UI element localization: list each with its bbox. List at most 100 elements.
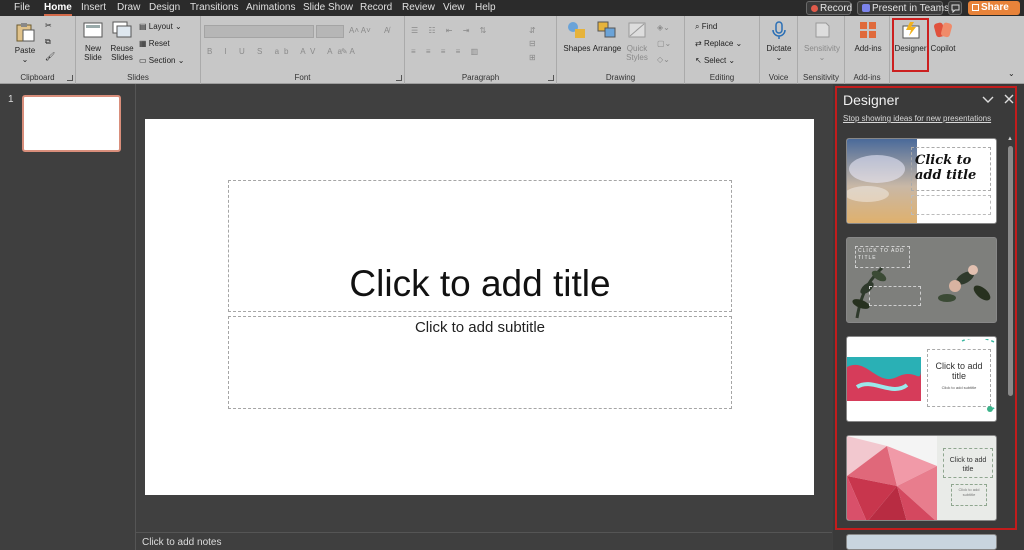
shapes-button[interactable]: Shapes bbox=[562, 20, 592, 53]
font-family-combo[interactable] bbox=[204, 25, 314, 38]
notes-pane[interactable]: Click to add notes bbox=[136, 532, 832, 550]
smartart-icon[interactable]: ⊞ bbox=[529, 52, 536, 64]
paste-icon bbox=[16, 23, 35, 42]
paste-button[interactable]: Paste ⌄ bbox=[8, 22, 42, 64]
shape-outline-icon[interactable]: ▢⌄ bbox=[657, 38, 671, 50]
add-ins-icon bbox=[860, 22, 876, 38]
addins-group: Add-ins Add-ins bbox=[845, 16, 890, 84]
tab-record[interactable]: Record bbox=[360, 0, 392, 16]
bullets-icons[interactable]: ☰ ☷ ⇤ ⇥ ⇅ bbox=[411, 25, 490, 37]
find-label: Find bbox=[701, 22, 718, 31]
shape-effects-icon[interactable]: ◇⌄ bbox=[657, 54, 670, 66]
reuse-slides-button[interactable]: Reuse Slides bbox=[108, 20, 136, 62]
sensitivity-group-label: Sensitivity bbox=[802, 73, 839, 82]
tab-home[interactable]: Home bbox=[44, 0, 72, 16]
select-button[interactable]: ↖ Select ⌄ bbox=[695, 55, 735, 67]
tab-review[interactable]: Review bbox=[402, 0, 435, 16]
text-format-icons[interactable]: B I U S ab AV Aa bbox=[207, 46, 347, 58]
arrange-button[interactable]: Arrange bbox=[592, 20, 622, 53]
font-color-icon[interactable]: ✎ A bbox=[341, 46, 355, 58]
tab-transitions[interactable]: Transitions bbox=[190, 0, 239, 16]
shape-fill-icon[interactable]: ◈⌄ bbox=[657, 22, 670, 34]
chevron-down-icon: ⌄ bbox=[21, 55, 29, 64]
add-ins-label: Add-ins bbox=[854, 44, 882, 53]
notes-placeholder: Click to add notes bbox=[142, 537, 222, 548]
tab-file[interactable]: File bbox=[14, 0, 30, 16]
reset-button[interactable]: ▦ Reset bbox=[139, 38, 170, 50]
slides-group-label: Slides bbox=[127, 73, 149, 82]
section-icon: ▭ bbox=[139, 56, 149, 65]
paste-label: Paste bbox=[14, 46, 36, 55]
slide-thumbnail[interactable] bbox=[22, 95, 121, 152]
voice-group-label: Voice bbox=[768, 73, 789, 82]
new-slide-icon bbox=[83, 22, 103, 38]
voice-group: Dictate ⌄ Voice bbox=[760, 16, 798, 84]
tab-slide-show[interactable]: Slide Show bbox=[303, 0, 353, 16]
replace-button[interactable]: ⇄ Replace ⌄ bbox=[695, 38, 742, 50]
editing-group: ⌕ Find ⇄ Replace ⌄ ↖ Select ⌄ Editing bbox=[685, 16, 760, 84]
copilot-label: Copilot bbox=[930, 44, 956, 53]
section-button[interactable]: ▭ Section ⌄ bbox=[139, 55, 184, 67]
sensitivity-icon bbox=[815, 22, 830, 38]
slide-thumbnails-pane: 1 bbox=[0, 84, 136, 550]
new-slide-button[interactable]: New Slide bbox=[79, 20, 107, 62]
reuse-slides-icon bbox=[112, 21, 132, 38]
share-button[interactable]: Share bbox=[968, 1, 1020, 15]
tab-insert[interactable]: Insert bbox=[81, 0, 106, 16]
search-icon: ⌕ bbox=[695, 22, 702, 31]
font-dialog-launcher-icon[interactable] bbox=[396, 75, 402, 81]
teams-icon bbox=[862, 4, 870, 13]
subtitle-placeholder[interactable]: Click to add subtitle bbox=[228, 316, 732, 409]
record-dot-icon bbox=[811, 4, 818, 12]
microphone-icon bbox=[772, 21, 786, 39]
cut-icon[interactable]: ✂ bbox=[45, 20, 52, 32]
dialog-launcher-icon[interactable] bbox=[67, 75, 73, 81]
format-painter-icon[interactable]: 🖌 bbox=[45, 51, 55, 63]
quick-styles-label: Quick Styles bbox=[626, 44, 648, 62]
grow-font-icon[interactable]: A˄ A˅ bbox=[349, 25, 371, 37]
copilot-icon bbox=[933, 22, 953, 38]
dictate-button[interactable]: Dictate ⌄ bbox=[763, 20, 795, 62]
add-ins-button[interactable]: Add-ins bbox=[849, 20, 887, 53]
sensitivity-label: Sensitivity bbox=[803, 44, 840, 53]
tab-animations[interactable]: Animations bbox=[246, 0, 295, 16]
font-size-combo[interactable] bbox=[316, 25, 344, 38]
find-button[interactable]: ⌕ Find bbox=[695, 21, 717, 33]
tab-draw[interactable]: Draw bbox=[117, 0, 140, 16]
sensitivity-button[interactable]: Sensitivity ⌄ bbox=[800, 20, 844, 62]
slide-editing-area: Click to add title Click to add subtitle bbox=[136, 84, 832, 532]
paragraph-group-label: Paragraph bbox=[461, 73, 500, 82]
present-label: Present in Teams bbox=[872, 3, 950, 14]
quick-styles-icon bbox=[628, 22, 646, 38]
share-icon bbox=[972, 3, 979, 11]
copilot-button[interactable]: Copilot bbox=[928, 20, 958, 53]
slides-group: New Slide Reuse Slides ▤ Layout ⌄ ▦ Rese… bbox=[76, 16, 201, 84]
paragraph-dialog-launcher-icon[interactable] bbox=[548, 75, 554, 81]
arrange-icon bbox=[597, 21, 616, 38]
drawing-group-label: Drawing bbox=[605, 73, 636, 82]
quick-styles-button[interactable]: Quick Styles bbox=[622, 20, 652, 62]
align-text-icon[interactable]: ⊟ bbox=[529, 38, 536, 50]
tab-design[interactable]: Design bbox=[149, 0, 180, 16]
layout-button[interactable]: ▤ Layout ⌄ bbox=[139, 21, 182, 33]
sensitivity-group: Sensitivity ⌄ Sensitivity bbox=[798, 16, 845, 84]
paragraph-group: ☰ ☷ ⇤ ⇥ ⇅ ⇵ ≡ ≡ ≡ ≡ ▥ ⊟ ⊞ Paragraph bbox=[405, 16, 557, 84]
record-button[interactable]: Record bbox=[806, 1, 852, 15]
copy-icon[interactable]: ⧉ bbox=[45, 36, 51, 48]
alignment-icons[interactable]: ≡ ≡ ≡ ≡ ▥ bbox=[411, 46, 482, 58]
tab-help[interactable]: Help bbox=[475, 0, 496, 16]
tab-view[interactable]: View bbox=[443, 0, 465, 16]
present-in-teams-button[interactable]: Present in Teams bbox=[857, 1, 949, 15]
dictate-label: Dictate bbox=[766, 44, 792, 53]
layout-icon: ▤ bbox=[139, 22, 149, 31]
addins-group-label: Add-ins bbox=[853, 73, 881, 82]
design-idea-5[interactable] bbox=[846, 534, 997, 550]
text-direction-icon[interactable]: ⇵ bbox=[529, 25, 536, 37]
reset-icon: ▦ bbox=[139, 39, 149, 48]
comments-button[interactable] bbox=[948, 1, 962, 15]
collapse-ribbon-icon[interactable]: ⌄ bbox=[1008, 68, 1015, 80]
slide-canvas[interactable]: Click to add title Click to add subtitle bbox=[145, 119, 814, 495]
clear-formatting-icon[interactable]: A̸ bbox=[384, 25, 389, 37]
title-placeholder[interactable]: Click to add title bbox=[228, 180, 732, 312]
cursor-icon: ↖ bbox=[695, 56, 704, 65]
